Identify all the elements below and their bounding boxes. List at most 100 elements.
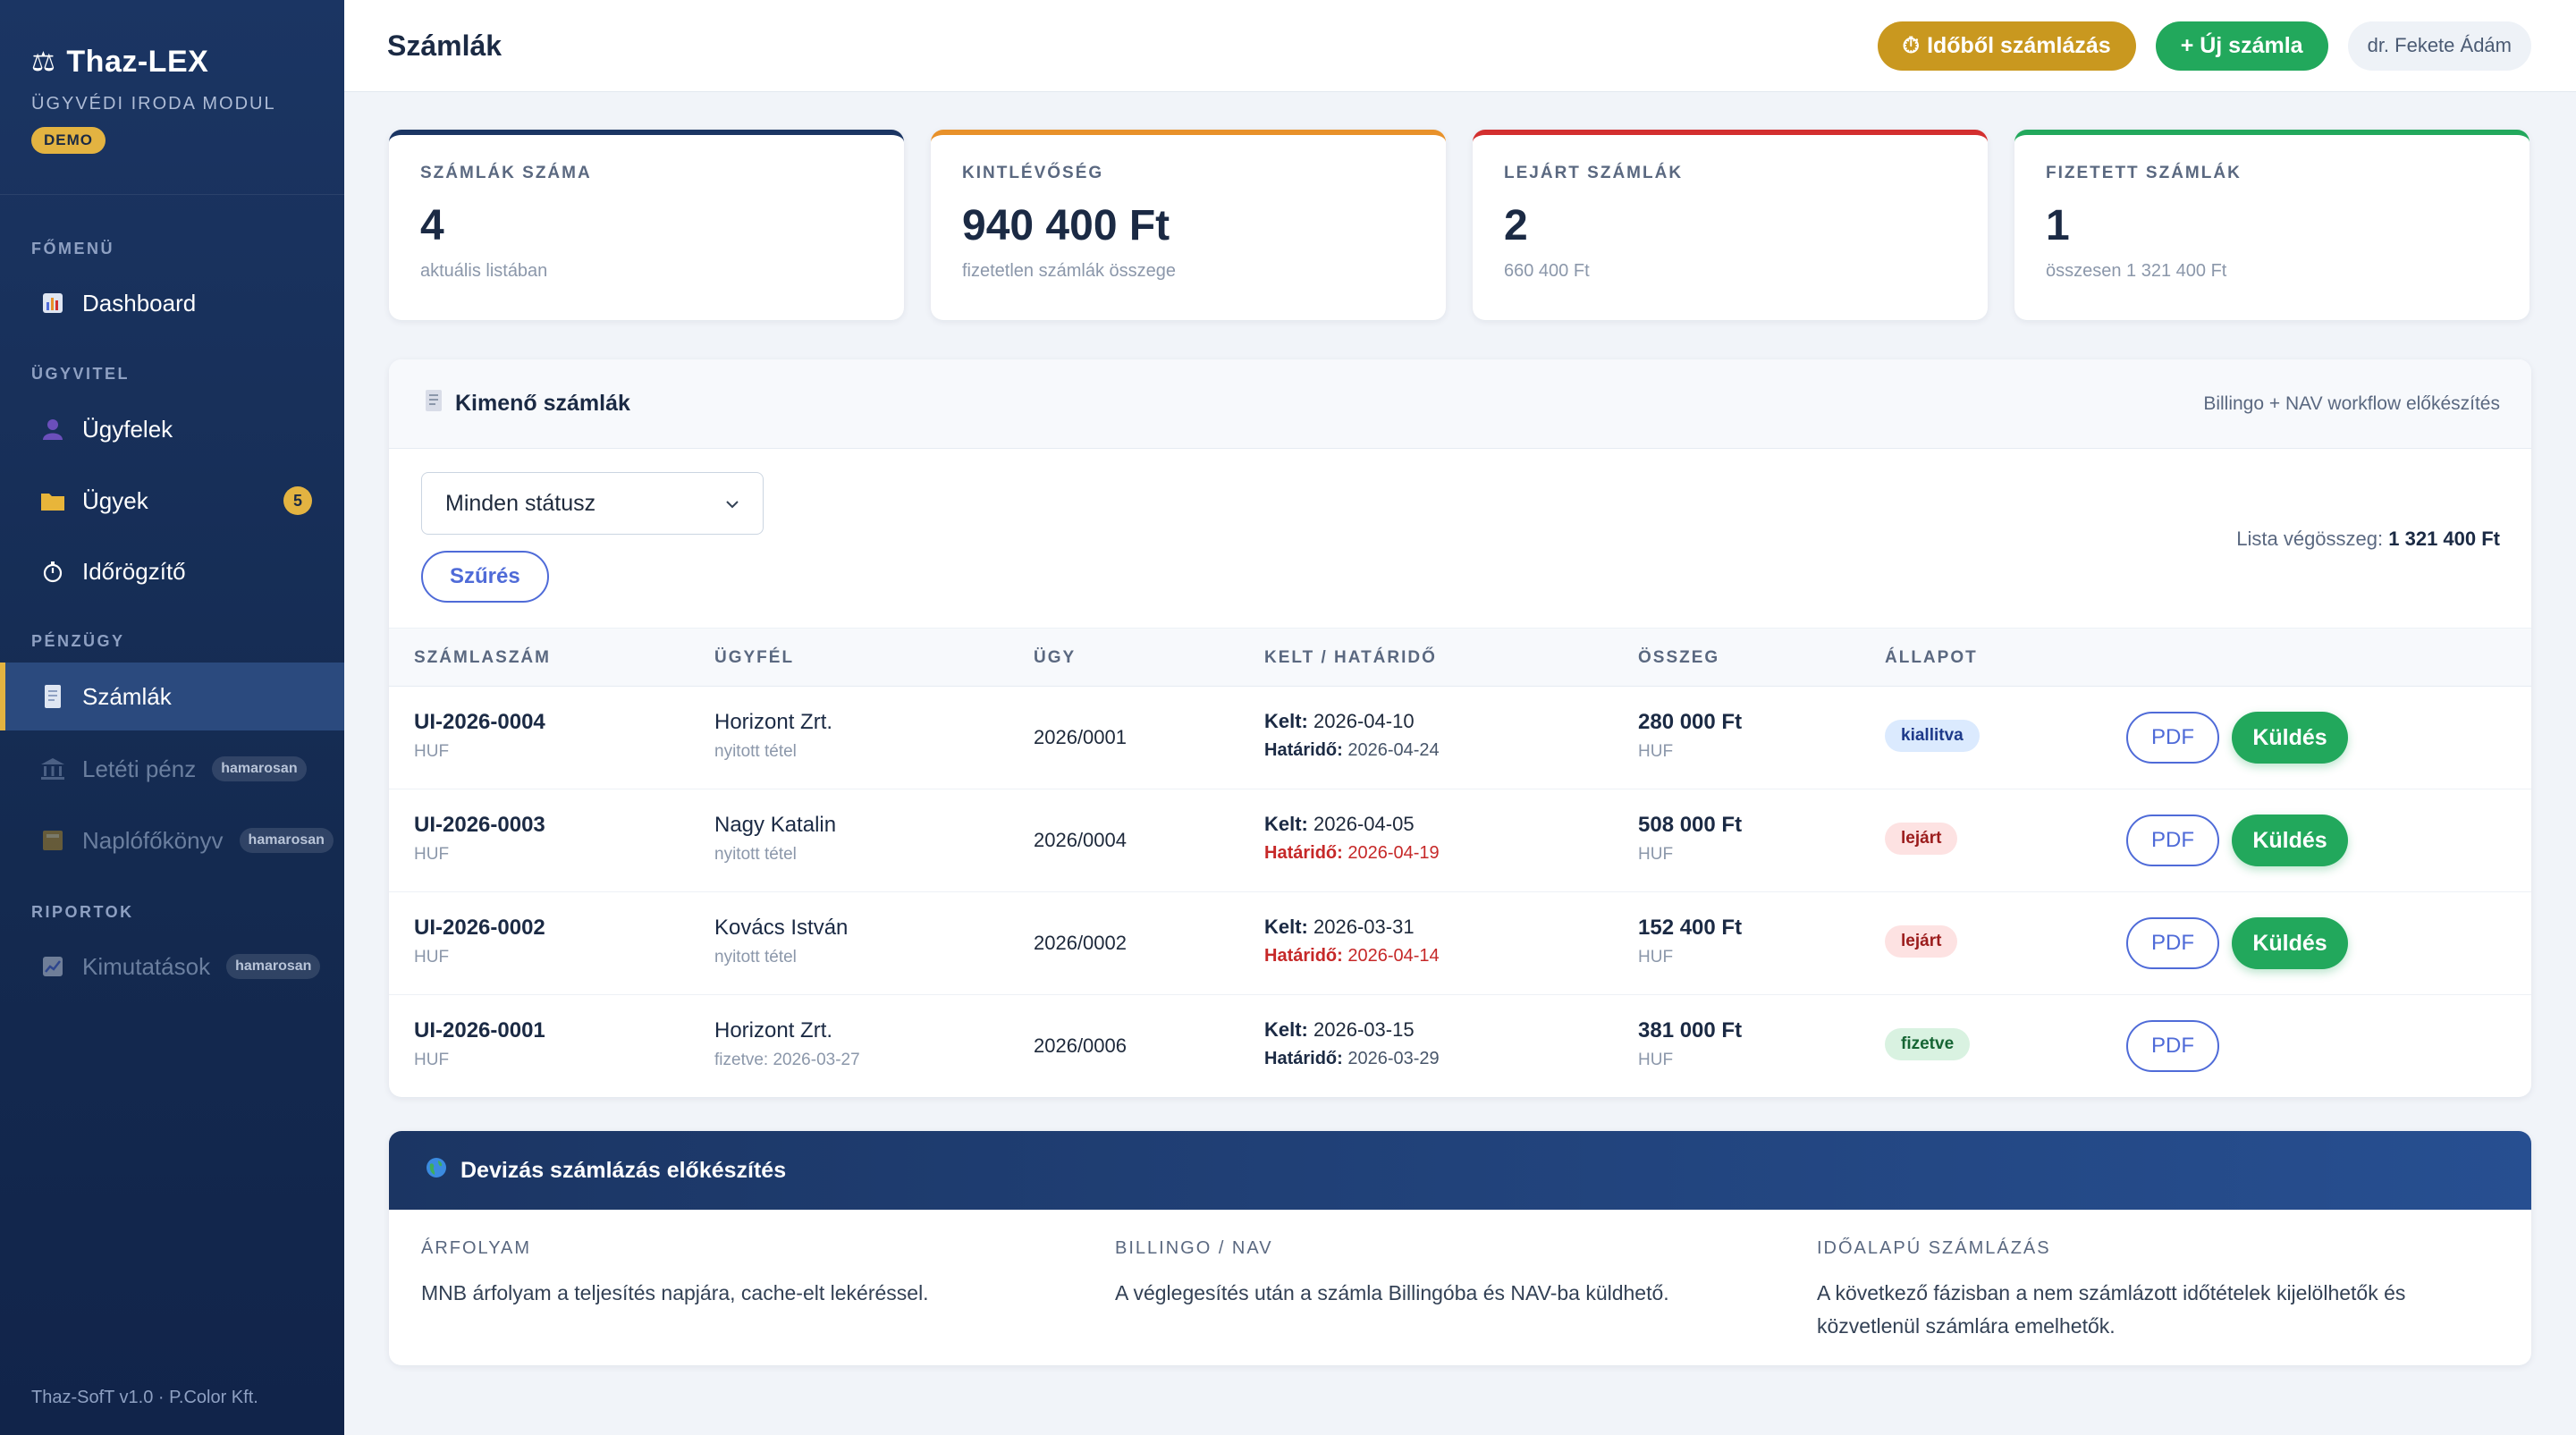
pdf-button[interactable]: PDF [2126,712,2219,764]
invoice-number-cell: UI-2026-0004 HUF [414,710,545,762]
invoice-currency: HUF [414,845,450,864]
filter-button[interactable]: Szűrés [421,551,549,603]
pdf-button[interactable]: PDF [2126,815,2219,866]
brand: ⚖ Thaz-LEX ÜGYVÉDI IRODA MODUL DEMO [0,0,344,195]
send-button[interactable]: Küldés [2232,815,2348,866]
stat-value: 1 [2046,202,2070,249]
table-row: UI-2026-0002 HUF Kovács István nyitott t… [389,892,2531,995]
info-column-exchange-rate: ÁRFOLYAM MNB árfolyam a teljesítés napjá… [421,1238,1083,1310]
workflow-note: Billingo + NAV workflow előkészítés [2203,393,2500,414]
stat-label: FIZETETT SZÁMLÁK [2046,164,2242,182]
page-title: Számlák [387,29,503,62]
table-row: UI-2026-0003 HUF Nagy Katalin nyitott té… [389,789,2531,892]
client-name: Horizont Zrt. [714,1018,833,1042]
sidebar-item-invoices[interactable]: Számlák [0,663,344,730]
client-note: fizetve: 2026-03-27 [714,1051,860,1069]
info-text: A véglegesítés után a számla Billingóba … [1115,1281,1669,1304]
invoice-currency: HUF [414,948,450,967]
send-button[interactable]: Küldés [2232,712,2348,764]
amount-currency: HUF [1638,1051,1674,1069]
info-column-time-billing: IDŐALAPÚ SZÁMLÁZÁS A következő fázisban … [1817,1238,2479,1343]
list-total-value: 1 321 400 Ft [2388,528,2500,550]
pdf-button[interactable]: PDF [2126,917,2219,969]
section-label-reports: RIPORTOK [31,903,134,921]
sidebar: ⚖ Thaz-LEX ÜGYVÉDI IRODA MODUL DEMO FŐME… [0,0,344,1435]
stat-label: LEJÁRT SZÁMLÁK [1504,164,1684,182]
panel-title-text: Devizás számlázás előkészítés [460,1157,787,1183]
invoice-icon [39,683,66,710]
info-label: BILLINGO / NAV [1115,1238,1273,1258]
invoice-number[interactable]: UI-2026-0001 [414,1018,545,1043]
app-name: Thaz-LEX [66,45,209,79]
status-cell: lejárt [1885,925,1958,958]
invoice-number[interactable]: UI-2026-0004 [414,710,545,735]
column-header: KELT / HATÁRIDŐ [1264,648,1437,667]
stat-sub: 660 400 Ft [1504,260,1590,281]
sidebar-item-label: Ügyek [82,486,148,514]
time-billing-button[interactable]: ⏱ Időből számlázás [1877,21,2136,71]
column-header: ÖSSZEG [1638,648,1720,667]
amount-currency: HUF [1638,742,1674,761]
issued-label: Kelt: [1264,916,1308,938]
new-invoice-button[interactable]: + Új számla [2155,21,2328,71]
table-row: UI-2026-0001 HUF Horizont Zrt. fizetve: … [389,995,2531,1097]
demo-badge: DEMO [31,127,106,154]
sidebar-item-escrow[interactable]: Letéti pénz hamarosan [0,735,344,803]
due-label: Határidő: [1264,843,1343,863]
panel-title-text: Kimenő számlák [455,391,630,416]
amount-cell: 508 000 Ft HUF [1638,813,1742,865]
due-label: Határidő: [1264,1049,1343,1068]
table-row: UI-2026-0004 HUF Horizont Zrt. nyitott t… [389,687,2531,789]
stat-card-receivables: KINTLÉVŐSÉG 940 400 Ft fizetetlen számlá… [931,130,1446,320]
coming-soon-badge: hamarosan [212,756,307,781]
folder-icon [39,487,66,514]
column-header: SZÁMLASZÁM [414,648,551,667]
sidebar-item-ledger[interactable]: Naplófőkönyv hamarosan [0,806,344,874]
sidebar-item-reports[interactable]: Kimutatások hamarosan [0,933,344,1000]
client-name: Horizont Zrt. [714,710,833,734]
client-note: nyitott tétel [714,845,797,864]
column-header: ÁLLAPOT [1885,648,1978,667]
invoice-number-cell: UI-2026-0002 HUF [414,916,545,967]
stat-value: 4 [420,202,444,249]
user-menu[interactable]: dr. Fekete Ádám [2347,21,2531,71]
case-number: 2026/0006 [1034,1034,1127,1057]
info-label: ÁRFOLYAM [421,1238,532,1258]
status-filter-value: Minden státusz [445,490,596,516]
stat-sub: aktuális listában [420,260,548,281]
stat-value: 940 400 Ft [962,202,1170,249]
scales-icon: ⚖ [31,47,56,77]
client-cell: Horizont Zrt. nyitott tétel [714,710,832,762]
status-badge: kiallitva [1885,720,1980,752]
sidebar-item-dashboard[interactable]: Dashboard [0,269,344,337]
sidebar-item-clients[interactable]: Ügyfelek [0,395,344,463]
invoice-number[interactable]: UI-2026-0002 [414,916,545,941]
list-total: Lista végösszeg: 1 321 400 Ft [2236,528,2500,551]
invoice-amount: 280 000 Ft [1638,710,1743,734]
app-subtitle: ÜGYVÉDI IRODA MODUL [31,94,276,114]
sidebar-item-label: Naplófőkönyv [82,826,224,854]
pdf-button[interactable]: PDF [2126,1020,2219,1072]
column-header: ÜGY [1034,648,1077,667]
status-cell: lejárt [1885,823,1958,855]
client-note: nyitott tétel [714,948,797,967]
case-number: 2026/0002 [1034,932,1127,954]
stopwatch-icon: ⏱ [1902,32,1921,58]
invoice-amount: 381 000 Ft [1638,1018,1743,1042]
sidebar-item-cases[interactable]: Ügyek 5 [0,467,344,535]
issued-date: 2026-03-15 [1313,1018,1415,1041]
issued-date: 2026-03-31 [1313,916,1415,938]
invoice-number[interactable]: UI-2026-0003 [414,813,545,838]
issued-date: 2026-04-05 [1313,813,1415,835]
amount-currency: HUF [1638,948,1674,967]
receipt-icon [425,389,443,418]
send-button[interactable]: Küldés [2232,917,2348,969]
dates-cell: Kelt: 2026-04-05 Határidő: 2026-04-19 [1264,813,1440,864]
column-header: ÜGYFÉL [714,648,795,667]
ledger-icon [39,827,66,854]
invoice-currency: HUF [414,1051,450,1069]
sidebar-item-time-tracker[interactable]: Időrögzítő [0,537,344,605]
sidebar-item-label: Dashboard [82,289,197,317]
status-filter-select[interactable]: Minden státusz [421,472,764,535]
client-cell: Horizont Zrt. fizetve: 2026-03-27 [714,1018,860,1070]
